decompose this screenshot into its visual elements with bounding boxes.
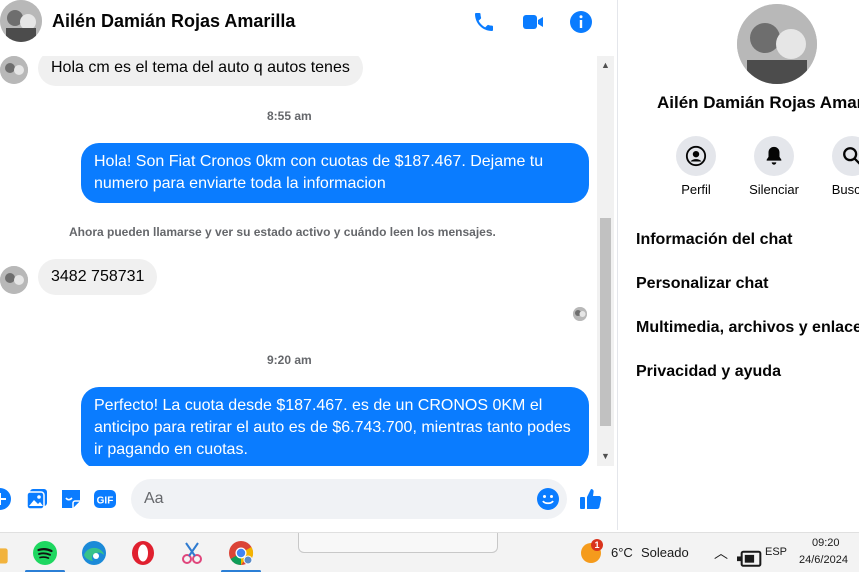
sender-avatar[interactable] bbox=[0, 56, 28, 84]
weather-description[interactable]: Soleado bbox=[641, 545, 689, 560]
action-search-label: Buscar bbox=[831, 182, 859, 197]
messenger-window: Ailén Damián Rojas Amarilla Hola cm es e… bbox=[0, 0, 859, 572]
phone-icon[interactable] bbox=[472, 10, 496, 34]
profile-avatar[interactable] bbox=[737, 4, 817, 84]
action-mute-label: Silenciar bbox=[749, 182, 799, 197]
video-icon[interactable] bbox=[521, 10, 545, 34]
profile-icon[interactable] bbox=[676, 136, 716, 176]
edge-icon[interactable] bbox=[80, 539, 108, 567]
message-scrollbar[interactable]: ▲ ▼ bbox=[597, 56, 614, 466]
taskbar: 1 6°C Soleado ︿ ESP 09:20 24/6/2024 bbox=[0, 532, 859, 572]
image-icon[interactable] bbox=[25, 487, 49, 511]
chrome-icon[interactable] bbox=[227, 539, 255, 567]
thumbs-up-icon[interactable] bbox=[579, 487, 603, 511]
chevron-up-icon[interactable]: ︿ bbox=[714, 543, 728, 563]
outgoing-message[interactable]: Hola! Son Fiat Cronos 0km con cuotas de … bbox=[81, 143, 589, 203]
outgoing-message[interactable]: Perfecto! La cuota desde $187.467. es de… bbox=[81, 387, 589, 466]
seen-indicator-avatar bbox=[573, 307, 587, 321]
gif-icon-label: GIF bbox=[97, 496, 114, 507]
menu-media-files-links[interactable]: Multimedia, archivos y enlaces bbox=[636, 319, 859, 337]
battery-network-icon[interactable] bbox=[737, 544, 762, 567]
action-search[interactable]: Buscar bbox=[812, 136, 859, 197]
weather-badge: 1 bbox=[591, 539, 603, 551]
menu-privacy-help[interactable]: Privacidad y ayuda bbox=[636, 363, 781, 381]
clock-date[interactable]: 24/6/2024 bbox=[799, 554, 848, 566]
bell-icon[interactable] bbox=[754, 136, 794, 176]
message-list[interactable]: Hola cm es el tema del auto q autos tene… bbox=[0, 56, 600, 466]
contact-name[interactable]: Ailén Damián Rojas Amarilla bbox=[52, 11, 295, 32]
profile-name: Ailén Damián Rojas Amarilla bbox=[657, 93, 859, 112]
sender-avatar[interactable] bbox=[0, 266, 28, 294]
timestamp: 9:20 am bbox=[267, 353, 312, 367]
spotify-icon[interactable] bbox=[31, 539, 59, 567]
plus-icon[interactable] bbox=[0, 487, 12, 511]
scroll-down-arrow-icon[interactable]: ▼ bbox=[601, 452, 610, 461]
menu-customize-chat[interactable]: Personalizar chat bbox=[636, 275, 769, 293]
action-mute[interactable]: Silenciar bbox=[734, 136, 814, 197]
language-indicator[interactable]: ESP bbox=[765, 546, 787, 558]
gif-icon[interactable]: GIF bbox=[93, 487, 117, 511]
chat-details-panel: Ailén Damián Rojas Amarilla Perfil Silen… bbox=[617, 0, 859, 530]
menu-chat-info[interactable]: Información del chat bbox=[636, 231, 792, 249]
snipping-icon[interactable] bbox=[178, 539, 206, 567]
action-profile[interactable]: Perfil bbox=[656, 136, 736, 197]
emoji-icon[interactable] bbox=[536, 487, 560, 511]
scroll-thumb[interactable] bbox=[600, 218, 611, 426]
search-icon[interactable] bbox=[832, 136, 859, 176]
action-profile-label: Perfil bbox=[681, 182, 711, 197]
info-icon[interactable] bbox=[569, 10, 593, 34]
file-explorer-icon[interactable] bbox=[0, 539, 8, 567]
timestamp: 8:55 am bbox=[267, 109, 312, 123]
incoming-message[interactable]: Hola cm es el tema del auto q autos tene… bbox=[38, 56, 363, 86]
composer-bar: GIF bbox=[0, 474, 616, 524]
chat-pane: Ailén Damián Rojas Amarilla Hola cm es e… bbox=[0, 0, 616, 530]
system-notice: Ahora pueden llamarse y ver su estado ac… bbox=[69, 225, 496, 239]
incoming-message[interactable]: 3482 758731 bbox=[38, 259, 158, 295]
chat-header: Ailén Damián Rojas Amarilla bbox=[0, 0, 616, 44]
clock-time[interactable]: 09:20 bbox=[812, 537, 840, 549]
sticker-icon[interactable] bbox=[59, 487, 83, 511]
taskbar-search-preview[interactable] bbox=[298, 533, 498, 553]
message-input[interactable] bbox=[131, 479, 567, 519]
scroll-up-arrow-icon[interactable]: ▲ bbox=[601, 61, 610, 70]
contact-avatar[interactable] bbox=[0, 0, 42, 42]
weather-temperature[interactable]: 6°C bbox=[611, 545, 633, 560]
opera-icon[interactable] bbox=[129, 539, 157, 567]
